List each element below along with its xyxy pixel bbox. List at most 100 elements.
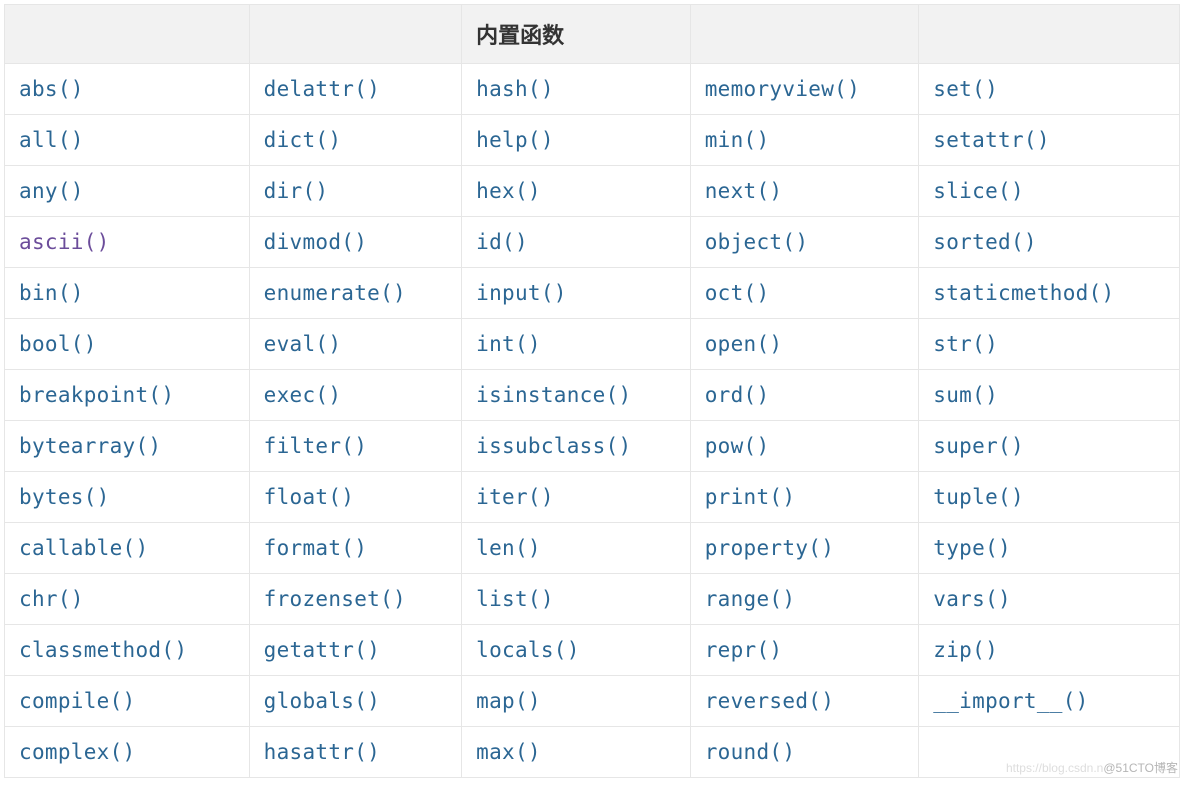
function-link[interactable]: map() <box>476 689 541 713</box>
function-link[interactable]: reversed() <box>705 689 834 713</box>
table-cell: zip() <box>919 625 1180 676</box>
table-row: breakpoint() exec() isinstance() ord() sum() <box>5 370 1180 421</box>
function-link[interactable]: set() <box>933 77 998 101</box>
table-cell: hex() <box>462 166 691 217</box>
function-link[interactable]: min() <box>705 128 770 152</box>
table-cell: all() <box>5 115 250 166</box>
table-cell: issubclass() <box>462 421 691 472</box>
function-link[interactable]: bin() <box>19 281 84 305</box>
function-link[interactable]: max() <box>476 740 541 764</box>
function-link[interactable]: format() <box>264 536 368 560</box>
function-link[interactable]: breakpoint() <box>19 383 174 407</box>
function-link[interactable]: divmod() <box>264 230 368 254</box>
table-cell: property() <box>690 523 919 574</box>
function-link[interactable]: id() <box>476 230 528 254</box>
table-row: bytes() float() iter() print() tuple() <box>5 472 1180 523</box>
table-cell: staticmethod() <box>919 268 1180 319</box>
table-cell: id() <box>462 217 691 268</box>
function-link[interactable]: oct() <box>705 281 770 305</box>
table-cell: str() <box>919 319 1180 370</box>
function-link[interactable]: filter() <box>264 434 368 458</box>
table-cell: bytes() <box>5 472 250 523</box>
table-cell: __import__() <box>919 676 1180 727</box>
function-link[interactable]: delattr() <box>264 77 381 101</box>
function-link[interactable]: classmethod() <box>19 638 187 662</box>
function-link[interactable]: int() <box>476 332 541 356</box>
function-link[interactable]: len() <box>476 536 541 560</box>
table-row: all() dict() help() min() setattr() <box>5 115 1180 166</box>
function-link[interactable]: dict() <box>264 128 342 152</box>
table-cell: set() <box>919 64 1180 115</box>
table-cell: hasattr() <box>249 727 462 778</box>
table-row: classmethod() getattr() locals() repr() zip(… <box>5 625 1180 676</box>
function-link[interactable]: setattr() <box>933 128 1050 152</box>
function-link[interactable]: bool() <box>19 332 97 356</box>
table-cell: dict() <box>249 115 462 166</box>
table-cell: sorted() <box>919 217 1180 268</box>
function-link[interactable]: object() <box>705 230 809 254</box>
function-link[interactable]: float() <box>264 485 355 509</box>
function-link[interactable]: ascii() <box>19 230 110 254</box>
table-cell: eval() <box>249 319 462 370</box>
table-row: abs() delattr() hash() memoryview() set() <box>5 64 1180 115</box>
function-link[interactable]: next() <box>705 179 783 203</box>
function-link[interactable]: abs() <box>19 77 84 101</box>
function-link[interactable]: zip() <box>933 638 998 662</box>
function-link[interactable]: super() <box>933 434 1024 458</box>
function-link[interactable]: ord() <box>705 383 770 407</box>
function-link[interactable]: tuple() <box>933 485 1024 509</box>
function-link[interactable]: print() <box>705 485 796 509</box>
function-link[interactable]: vars() <box>933 587 1011 611</box>
table-cell: locals() <box>462 625 691 676</box>
function-link[interactable]: input() <box>476 281 567 305</box>
table-cell: list() <box>462 574 691 625</box>
function-link[interactable]: list() <box>476 587 554 611</box>
function-link[interactable]: sum() <box>933 383 998 407</box>
table-cell: frozenset() <box>249 574 462 625</box>
function-link[interactable]: hash() <box>476 77 554 101</box>
table-row: complex() hasattr() max() round() <box>5 727 1180 778</box>
function-link[interactable]: memoryview() <box>705 77 860 101</box>
function-link[interactable]: bytearray() <box>19 434 161 458</box>
function-link[interactable]: round() <box>705 740 796 764</box>
function-link[interactable]: chr() <box>19 587 84 611</box>
function-link[interactable]: isinstance() <box>476 383 631 407</box>
function-link[interactable]: all() <box>19 128 84 152</box>
function-link[interactable]: open() <box>705 332 783 356</box>
function-link[interactable]: sorted() <box>933 230 1037 254</box>
function-link[interactable]: compile() <box>19 689 136 713</box>
function-link[interactable]: pow() <box>705 434 770 458</box>
function-link[interactable]: hasattr() <box>264 740 381 764</box>
function-link[interactable]: help() <box>476 128 554 152</box>
function-link[interactable]: exec() <box>264 383 342 407</box>
function-link[interactable]: bytes() <box>19 485 110 509</box>
function-link[interactable]: locals() <box>476 638 580 662</box>
header-cell <box>919 5 1180 64</box>
function-link[interactable]: property() <box>705 536 834 560</box>
function-link[interactable]: slice() <box>933 179 1024 203</box>
table-cell: map() <box>462 676 691 727</box>
function-link[interactable]: repr() <box>705 638 783 662</box>
table-row: bool() eval() int() open() str() <box>5 319 1180 370</box>
function-link[interactable]: range() <box>705 587 796 611</box>
function-link[interactable]: frozenset() <box>264 587 406 611</box>
function-link[interactable]: any() <box>19 179 84 203</box>
function-link[interactable]: str() <box>933 332 998 356</box>
function-link[interactable]: iter() <box>476 485 554 509</box>
function-link[interactable]: staticmethod() <box>933 281 1114 305</box>
function-link[interactable]: globals() <box>264 689 381 713</box>
table-cell: sum() <box>919 370 1180 421</box>
function-link[interactable]: callable() <box>19 536 148 560</box>
function-link[interactable]: dir() <box>264 179 329 203</box>
function-link[interactable]: hex() <box>476 179 541 203</box>
header-cell <box>690 5 919 64</box>
table-cell: iter() <box>462 472 691 523</box>
function-link[interactable]: issubclass() <box>476 434 631 458</box>
function-link[interactable]: enumerate() <box>264 281 406 305</box>
function-link[interactable]: getattr() <box>264 638 381 662</box>
function-link[interactable]: type() <box>933 536 1011 560</box>
function-link[interactable]: eval() <box>264 332 342 356</box>
function-link[interactable]: complex() <box>19 740 136 764</box>
function-link[interactable]: __import__() <box>933 689 1088 713</box>
table-cell: exec() <box>249 370 462 421</box>
